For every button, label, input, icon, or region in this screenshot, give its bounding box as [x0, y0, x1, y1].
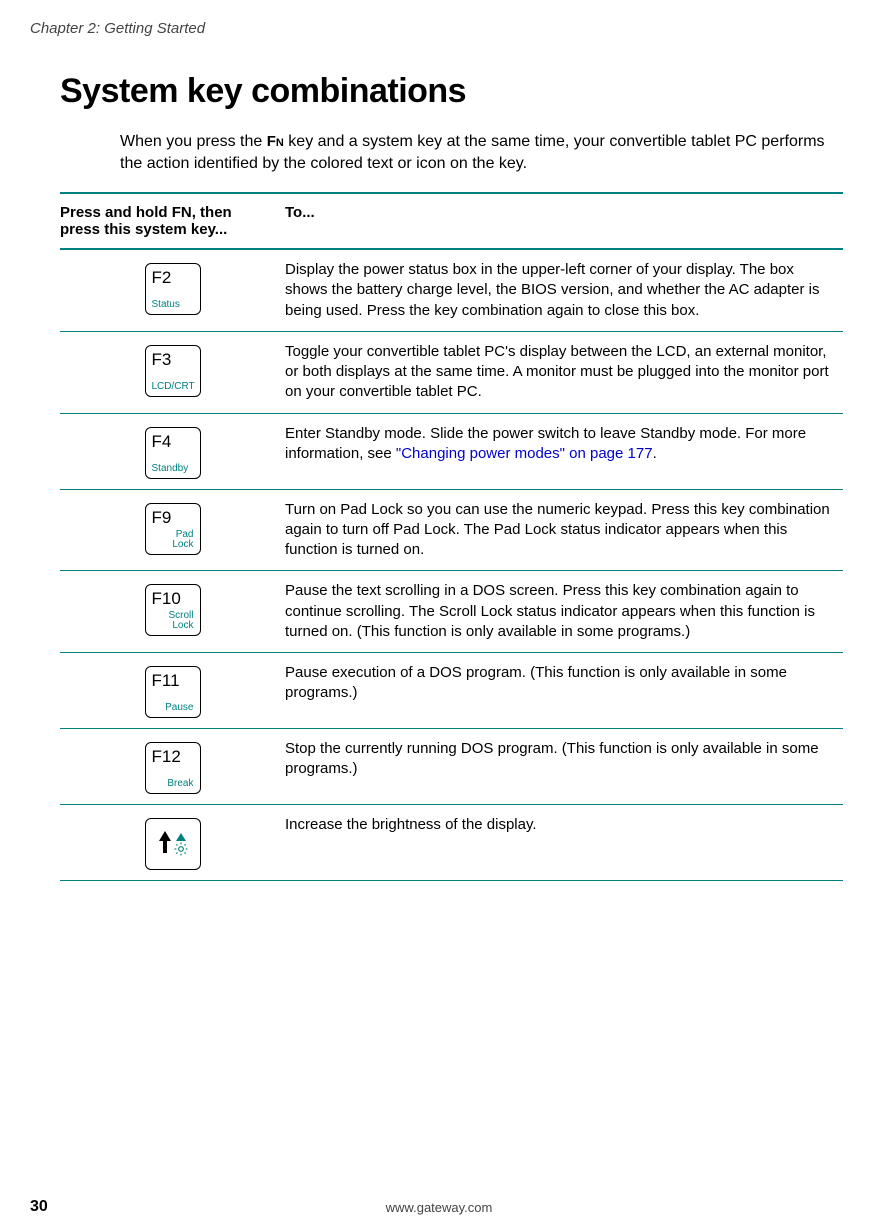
table-header: Press and hold FN, then press this syste… — [60, 192, 843, 250]
table-row: F3 LCD/CRT Toggle your convertible table… — [60, 332, 843, 414]
key-main-label: F12 — [152, 747, 194, 767]
table-row: Increase the brightness of the display. — [60, 805, 843, 881]
keycap-brightness-up — [145, 818, 201, 870]
cross-reference-link[interactable]: "Changing power modes" on page 177 — [396, 445, 653, 462]
desc-cell: Turn on Pad Lock so you can use the nume… — [285, 500, 843, 561]
key-main-label: F3 — [152, 350, 194, 370]
table-row: F9 Pad Lock Turn on Pad Lock so you can … — [60, 490, 843, 572]
up-arrow-icon — [159, 831, 171, 841]
table-row: F4 Standby Enter Standby mode. Slide the… — [60, 414, 843, 490]
intro-paragraph: When you press the Fn key and a system k… — [120, 131, 843, 174]
keycap-f9: F9 Pad Lock — [145, 503, 201, 555]
header-left-pre: Press and hold — [60, 204, 172, 221]
chapter-header: Chapter 2: Getting Started — [30, 20, 848, 37]
key-cell: F9 Pad Lock — [60, 500, 285, 555]
key-sub-label: Status — [152, 300, 194, 310]
key-sub-label: Standby — [152, 464, 194, 474]
keycap-f10: F10 Scroll Lock — [145, 584, 201, 636]
fn-key-table: Press and hold FN, then press this syste… — [60, 192, 843, 881]
table-row: F10 Scroll Lock Pause the text scrolling… — [60, 571, 843, 653]
header-right: To... — [285, 204, 315, 238]
key-cell: F3 LCD/CRT — [60, 342, 285, 397]
key-cell: F10 Scroll Lock — [60, 581, 285, 636]
key-sub-label: Pad Lock — [152, 530, 194, 550]
desc-cell: Stop the currently running DOS program. … — [285, 739, 843, 780]
key-main-label: F10 — [152, 589, 194, 609]
key-main-label: F11 — [152, 671, 194, 691]
keycap-f2: F2 Status — [145, 263, 201, 315]
key-cell: F2 Status — [60, 260, 285, 315]
key-main-label: F2 — [152, 268, 194, 288]
key-sub-label: Scroll Lock — [152, 611, 194, 631]
triangle-up-icon — [176, 833, 186, 841]
desc-post: . — [653, 445, 657, 462]
intro-fn: Fn — [267, 133, 284, 150]
key-main-label: F9 — [152, 508, 194, 528]
key-main-label: F4 — [152, 432, 194, 452]
key-cell: F12 Break — [60, 739, 285, 794]
intro-pre: When you press the — [120, 133, 267, 150]
key-sub-label: Pause — [152, 703, 194, 713]
desc-cell: Pause execution of a DOS program. (This … — [285, 663, 843, 704]
page-title: System key combinations — [60, 72, 848, 111]
key-sub-label: Break — [152, 779, 194, 789]
key-sub-label: LCD/CRT — [152, 382, 194, 392]
desc-cell: Increase the brightness of the display. — [285, 815, 843, 835]
header-fn: FN — [172, 204, 192, 221]
sun-gear-icon — [174, 842, 188, 856]
desc-cell: Display the power status box in the uppe… — [285, 260, 843, 321]
desc-cell: Enter Standby mode. Slide the power swit… — [285, 424, 843, 465]
header-left: Press and hold FN, then press this syste… — [60, 204, 285, 238]
keycap-f3: F3 LCD/CRT — [145, 345, 201, 397]
page-footer: 30 www.gateway.com — [30, 1198, 848, 1216]
desc-cell: Toggle your convertible tablet PC's disp… — [285, 342, 843, 403]
brightness-icon — [174, 833, 188, 856]
keycap-f12: F12 Break — [145, 742, 201, 794]
table-row: F11 Pause Pause execution of a DOS progr… — [60, 653, 843, 729]
page-number: 30 — [30, 1198, 48, 1216]
table-row: F12 Break Stop the currently running DOS… — [60, 729, 843, 805]
keycap-f11: F11 Pause — [145, 666, 201, 718]
keycap-f4: F4 Standby — [145, 427, 201, 479]
table-row: F2 Status Display the power status box i… — [60, 250, 843, 332]
key-cell — [60, 815, 285, 870]
key-cell: F4 Standby — [60, 424, 285, 479]
key-cell: F11 Pause — [60, 663, 285, 718]
desc-cell: Pause the text scrolling in a DOS screen… — [285, 581, 843, 642]
footer-url: www.gateway.com — [386, 1200, 493, 1215]
